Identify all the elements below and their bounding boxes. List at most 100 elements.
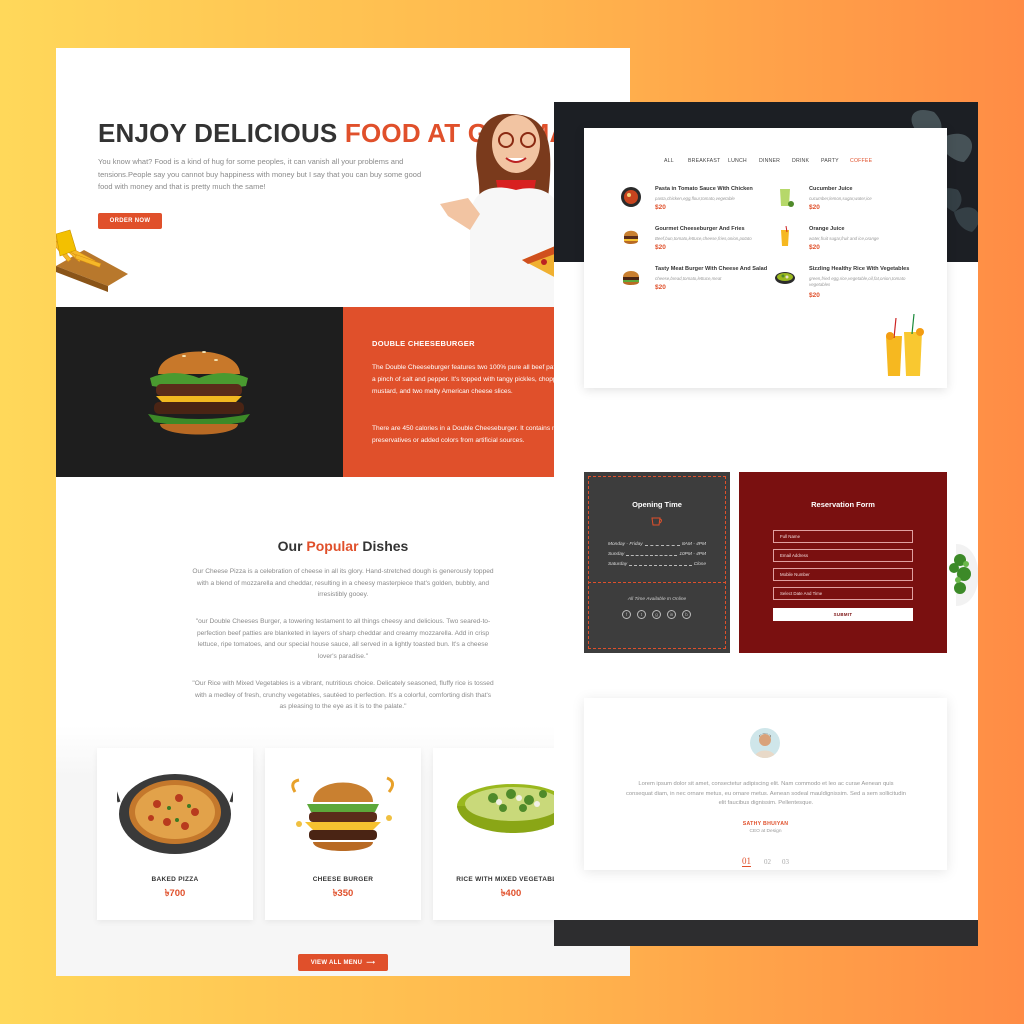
testimonial-card: Lorem ipsum dolor sit amet, consectetur …	[584, 698, 947, 870]
pizza-image	[117, 774, 233, 854]
twitter-icon[interactable]: t	[637, 610, 646, 619]
menu-item-name: Pasta in Tomato Sauce With Chicken	[655, 186, 753, 192]
avatar	[750, 728, 780, 758]
meat-burger-thumbnail	[623, 271, 639, 285]
order-now-button[interactable]: ORDER NOW	[98, 213, 162, 229]
hours-day: Sunday	[608, 552, 625, 557]
cheeseburger-fries-thumbnail	[624, 230, 638, 244]
tab-all[interactable]: ALL	[664, 158, 674, 164]
hours-day: Monday - Friday	[608, 542, 643, 547]
tab-coffee[interactable]: COFFEE	[850, 158, 872, 164]
popular-title-prefix: Our	[277, 538, 307, 554]
hours-dots	[644, 543, 680, 546]
hours-time: Close	[693, 562, 706, 567]
dish-price: ৳350	[332, 888, 354, 899]
landing-page-left: ENJOY DELICIOUS FOOD AT GORMAT You know …	[56, 48, 630, 976]
rice-vegetables-thumbnail	[775, 272, 795, 284]
pagination-01[interactable]: 01	[742, 856, 751, 867]
popular-description-pizza: Our Cheese Pizza is a celebration of che…	[192, 568, 494, 598]
testimonial-role: CEO at Design	[749, 829, 782, 834]
date-time-field[interactable]: Select Date And Time	[773, 587, 913, 600]
rice-with-vegetables-image	[457, 784, 569, 833]
popular-description-rice: "Our Rice with Mixed Vegetables is a vib…	[192, 680, 494, 710]
landing-page-right: ALL BREAKFAST LUNCH DINNER DRINK PARTY C…	[554, 102, 978, 946]
dish-card-pizza[interactable]: BAKED PIZZA ৳700	[97, 748, 253, 920]
facebook-icon[interactable]: f	[622, 610, 631, 619]
hero-description: You know what? Food is a kind of hug for…	[98, 157, 422, 191]
hours-row: Saturday Close	[608, 562, 706, 567]
menu-item-name: Gourmet Cheeseburger And Fries	[655, 226, 745, 232]
dish-name: BAKED PIZZA	[151, 876, 199, 883]
opening-time-card: Opening Time Monday - Friday 8AM - 4PM Su…	[584, 472, 730, 653]
salad-bowl-image	[949, 544, 978, 606]
tab-party[interactable]: PARTY	[821, 158, 839, 164]
hours-row: Sunday 10PM - 4PM	[608, 552, 706, 557]
fries-image	[56, 229, 128, 292]
full-name-field[interactable]: Full Name	[773, 530, 913, 543]
menu-item-price: $20	[655, 204, 666, 211]
menu-item-price: $20	[809, 204, 820, 211]
menu-item-price: $20	[809, 244, 820, 251]
orange-juice-glasses-image	[886, 314, 924, 376]
menu-card: ALL BREAKFAST LUNCH DINNER DRINK PARTY C…	[584, 128, 947, 388]
hours-time: 10PM - 4PM	[679, 552, 706, 557]
opening-time-title: Opening Time	[632, 500, 682, 509]
email-field[interactable]: Email Address	[773, 549, 913, 562]
menu-item-price: $20	[655, 244, 666, 251]
hours-dots	[629, 563, 692, 566]
hours-day: Saturday	[608, 562, 628, 567]
linkedin-icon[interactable]: in	[667, 610, 676, 619]
menu-item-name: Cucumber Juice	[809, 186, 853, 192]
feature-title: DOUBLE CHEESEBURGER	[372, 339, 475, 348]
cucumber-juice-thumbnail	[780, 189, 794, 207]
menu-item-ingredients: green,fried egg,rice,vegetable,oil,fat,o…	[809, 276, 906, 287]
popular-title-suffix: Dishes	[358, 538, 409, 554]
orange-juice-thumbnail	[781, 226, 789, 246]
menu-item-name: Orange Juice	[809, 226, 845, 232]
reservation-form-card: Reservation Form Full Name Email Address…	[739, 472, 947, 653]
menu-item-ingredients: cheese,bread,tomato,lettuce,meat	[655, 276, 722, 281]
view-all-menu-button[interactable]: VIEW ALL MENU ⟶	[298, 954, 388, 971]
hero-title-text: ENJOY DELICIOUS	[98, 118, 345, 148]
hours-time: 8AM - 4PM	[682, 542, 706, 547]
pagination-03[interactable]: 03	[782, 858, 789, 866]
view-all-label: VIEW ALL MENU	[310, 959, 363, 966]
footer-strip	[554, 920, 978, 946]
tab-dinner[interactable]: DINNER	[759, 158, 780, 164]
dish-card-burger[interactable]: CHEESE BURGER ৳350	[265, 748, 421, 920]
google-icon[interactable]: g	[652, 610, 661, 619]
menu-item-name: Tasty Meat Burger With Cheese And Salad	[655, 266, 768, 272]
submit-button[interactable]: SUBMIT	[773, 608, 913, 621]
menu-item-ingredients: pasta,chicken,egg,flour,tomato,vegetable	[655, 196, 735, 201]
menu-item-price: $20	[809, 292, 820, 299]
double-cheeseburger-image	[148, 351, 250, 435]
tab-drink[interactable]: DRINK	[792, 158, 809, 164]
popular-title-accent: Popular	[306, 538, 359, 554]
hours-row: Monday - Friday 8AM - 4PM	[608, 542, 706, 547]
pagination-02[interactable]: 02	[764, 858, 771, 866]
menu-item-ingredients: water,fruit sugar,fruit and ice,orange	[809, 236, 879, 241]
girl-with-pizza-image	[440, 113, 560, 309]
behance-icon[interactable]: b	[682, 610, 691, 619]
coffee-cup-icon	[651, 517, 662, 526]
mobile-number-field[interactable]: Mobile Number	[773, 568, 913, 581]
menu-item-ingredients: cucumber,lemon,sugar,water,ice	[809, 196, 872, 201]
pasta-thumbnail	[621, 187, 641, 207]
menu-item-ingredients: Beef,bun,tomato,lettuce,cheese,fries,oni…	[655, 236, 752, 241]
tab-lunch[interactable]: LUNCH	[728, 158, 747, 164]
tab-breakfast[interactable]: BREAKFAST	[688, 158, 720, 164]
testimonial-author: SATHY BHUIYAN	[742, 821, 789, 827]
dish-price: ৳700	[164, 888, 186, 899]
menu-item-name: Sizzling Healthy Rice With Vegetables	[809, 266, 910, 272]
hours-dots	[626, 553, 678, 556]
menu-item-price: $20	[655, 284, 666, 291]
online-availability-note: All Time Available In Online	[627, 597, 687, 602]
dish-name: CHEESE BURGER	[312, 876, 374, 883]
popular-dishes-title: Our Popular Dishes	[56, 538, 630, 554]
cheese-burger-image	[291, 776, 394, 851]
popular-description-burger: "our Double Cheeses Burger, a towering t…	[195, 618, 491, 660]
divider	[588, 582, 726, 583]
reservation-form-title: Reservation Form	[811, 500, 875, 509]
arrow-right-icon: ⟶	[366, 960, 376, 966]
person-avatar-icon	[754, 733, 776, 758]
